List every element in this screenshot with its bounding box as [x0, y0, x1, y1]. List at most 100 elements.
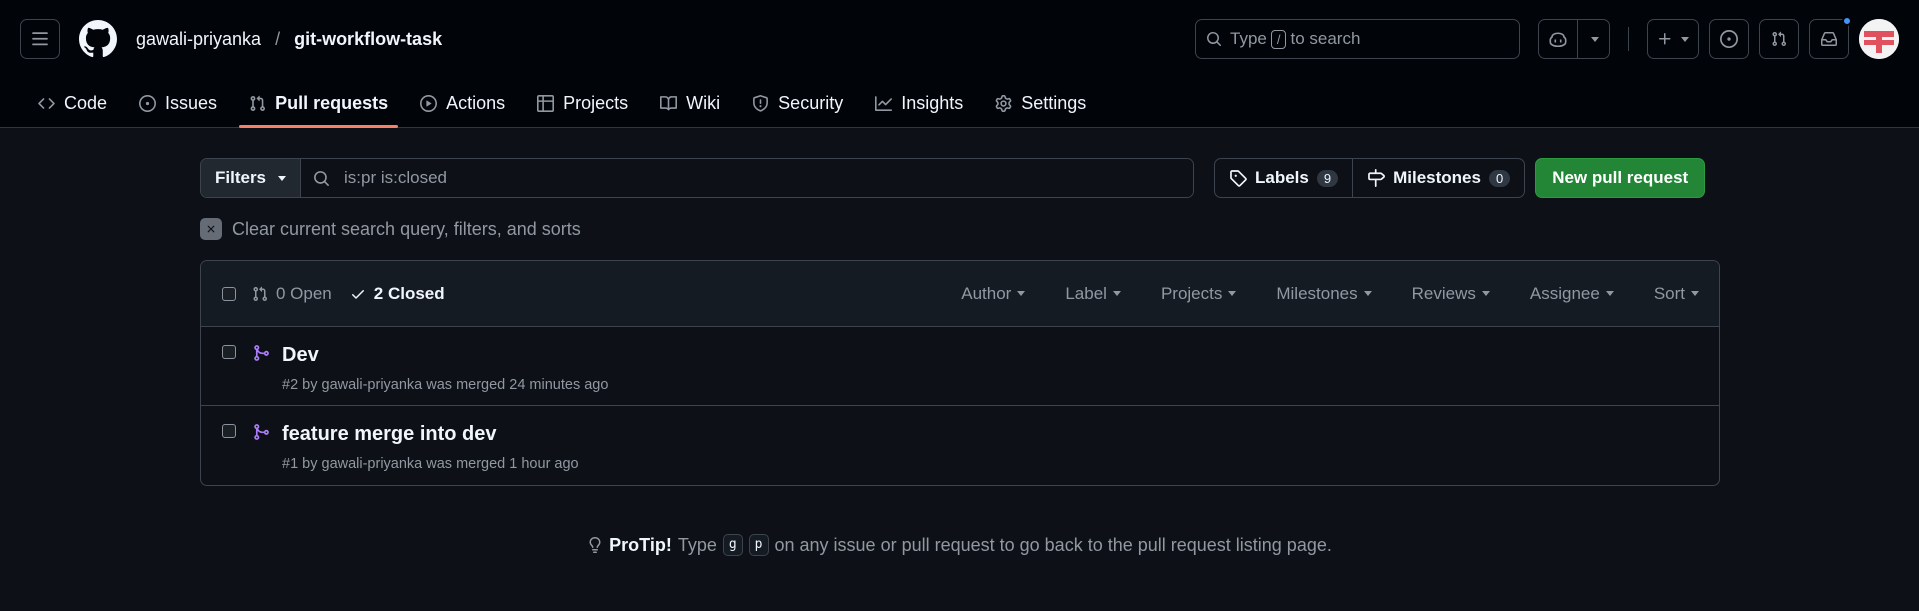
git-merge-icon [254, 424, 269, 440]
dropdown-label: Label [1065, 283, 1107, 303]
dropdown-label: Author [961, 283, 1012, 303]
github-logo-icon[interactable] [78, 19, 118, 59]
tab-label: Projects [563, 92, 629, 113]
clear-filters-link[interactable]: Clear current search query, filters, and… [200, 218, 1720, 240]
issues-button[interactable] [1709, 19, 1749, 59]
copilot-dropdown-button[interactable] [1578, 19, 1610, 59]
tab-security[interactable]: Security [742, 78, 853, 128]
light-bulb-icon [589, 537, 601, 553]
milestones-dropdown[interactable]: Milestones [1256, 284, 1391, 304]
tab-settings[interactable]: Settings [985, 78, 1096, 128]
chevron-down-icon [1112, 291, 1121, 296]
tab-actions[interactable]: Actions [410, 78, 515, 128]
chevron-down-icon [1228, 291, 1237, 296]
chevron-down-icon [1363, 291, 1372, 296]
protip-key-g: g [722, 534, 743, 556]
tab-projects[interactable]: Projects [527, 78, 638, 128]
gear-icon [995, 94, 1012, 112]
pull-request-title-link[interactable]: Dev [282, 344, 608, 367]
row-body: Dev #2 by gawali-priyanka was merged 24 m… [282, 344, 608, 405]
filters-group: Filters is:pr is:closed [200, 158, 1194, 198]
tab-label: Wiki [686, 92, 721, 113]
search-suffix-text: to search [1290, 29, 1361, 48]
reviews-dropdown[interactable]: Reviews [1392, 284, 1510, 304]
table-icon [537, 94, 555, 112]
tab-insights[interactable]: Insights [865, 78, 973, 128]
sort-dropdown[interactable]: Sort [1634, 284, 1719, 304]
user-avatar[interactable] [1859, 19, 1899, 59]
shield-icon [753, 94, 769, 112]
tab-label: Pull requests [275, 92, 389, 113]
git-merge-icon [254, 345, 269, 361]
dropdown-label: Projects [1160, 283, 1223, 303]
pull-request-rows: Dev #2 by gawali-priyanka was merged 24 m… [201, 327, 1719, 485]
new-pull-request-button[interactable]: New pull request [1535, 158, 1706, 198]
filters-dropdown-button[interactable]: Filters [201, 159, 302, 197]
copilot-button-group [1538, 19, 1610, 59]
breadcrumb-separator: / [275, 28, 281, 49]
protip-label: ProTip! [609, 534, 672, 555]
issue-opened-icon [1720, 30, 1738, 48]
tab-label: Settings [1021, 92, 1087, 113]
code-icon [38, 97, 55, 109]
search-shortcut-key: / [1270, 30, 1287, 49]
create-new-button[interactable] [1647, 19, 1699, 59]
filters-label: Filters [215, 168, 267, 187]
tab-code[interactable]: Code [28, 78, 117, 128]
header-tools: Type / to search [1195, 16, 1899, 59]
repo-name-link[interactable]: git-workflow-task [294, 29, 442, 50]
graph-icon [875, 95, 893, 111]
tab-pull-requests[interactable]: Pull requests [239, 78, 399, 128]
menu-icon [32, 32, 48, 46]
git-pull-request-icon [1772, 31, 1787, 47]
git-pull-request-icon [253, 286, 268, 301]
pull-request-list: 0 Open 2 Closed Author Label Projects Miles… [200, 260, 1720, 486]
notifications-button[interactable] [1809, 16, 1852, 59]
global-search-input[interactable]: Type / to search [1195, 19, 1520, 59]
pull-requests-main: Filters is:pr is:closed Labels 9 Milesto… [200, 158, 1720, 486]
chevron-down-icon [1681, 36, 1689, 42]
tab-label: Issues [165, 92, 218, 113]
repo-owner-link[interactable]: gawali-priyanka [136, 29, 261, 50]
pull-request-title-link[interactable]: feature merge into dev [282, 423, 579, 446]
dropdown-label: Sort [1653, 283, 1685, 303]
labels-label: Labels [1255, 168, 1309, 187]
play-icon [420, 94, 438, 112]
tab-label: Actions [446, 92, 506, 113]
search-icon [314, 170, 329, 186]
tab-label: Code [64, 92, 108, 113]
tab-issues[interactable]: Issues [129, 78, 227, 128]
git-pull-request-icon [250, 95, 266, 111]
dropdown-label: Reviews [1411, 283, 1476, 303]
row-checkbox[interactable] [222, 424, 236, 438]
search-query-text: is:pr is:closed [344, 168, 448, 187]
header-divider [1628, 27, 1629, 51]
open-count-label: 0 Open [276, 283, 332, 303]
assignee-dropdown[interactable]: Assignee [1510, 284, 1634, 304]
hamburger-menu-button[interactable] [20, 19, 60, 59]
labels-count-badge: 9 [1316, 169, 1339, 187]
copilot-button[interactable] [1538, 19, 1578, 59]
projects-dropdown[interactable]: Projects [1141, 284, 1256, 304]
list-header: 0 Open 2 Closed Author Label Projects Miles… [201, 261, 1719, 327]
repo-nav-tabs: Code Issues Pull requests Actions Projects Wi… [0, 78, 1919, 128]
dropdown-label: Milestones [1276, 283, 1358, 303]
chevron-down-icon [1481, 291, 1490, 296]
milestones-button[interactable]: Milestones 0 [1352, 159, 1524, 197]
labels-button[interactable]: Labels 9 [1215, 159, 1352, 197]
list-filter-dropdowns: Author Label Projects Milestones Reviews Assi… [941, 284, 1719, 304]
tab-wiki[interactable]: Wiki [650, 78, 730, 128]
open-filter-link[interactable]: 0 Open [252, 284, 332, 304]
protip: ProTip! Type g p on any issue or pull re… [0, 534, 1919, 556]
notification-indicator [1842, 16, 1852, 26]
label-dropdown[interactable]: Label [1045, 284, 1141, 304]
labels-milestones-group: Labels 9 Milestones 0 [1214, 158, 1526, 198]
closed-filter-link[interactable]: 2 Closed [350, 284, 445, 304]
select-all-checkbox[interactable] [222, 286, 236, 301]
author-dropdown[interactable]: Author [941, 284, 1045, 304]
row-checkbox[interactable] [222, 345, 236, 359]
search-pull-requests-input[interactable]: is:pr is:closed [301, 159, 1193, 197]
tab-label: Insights [901, 92, 964, 113]
pull-requests-button[interactable] [1759, 19, 1799, 59]
app-header: gawali-priyanka / git-workflow-task Type… [0, 0, 1919, 128]
